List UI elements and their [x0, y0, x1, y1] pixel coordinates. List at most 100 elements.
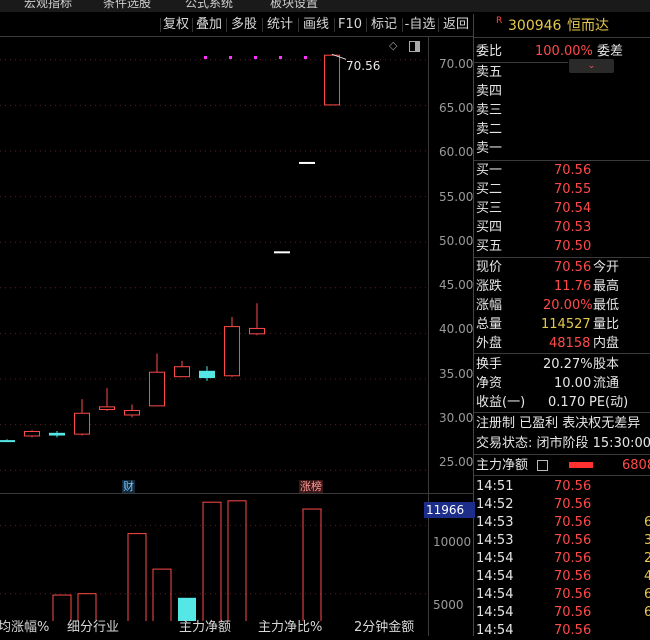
price-tick: 40.00 — [439, 322, 474, 336]
quote-row-price: 现价 70.56 今开 — [476, 260, 620, 275]
tick-time: 14:54 — [476, 605, 514, 620]
tab-main-net-ratio[interactable]: 主力净比% — [258, 620, 322, 636]
signal-dot — [204, 56, 207, 59]
quote-panel: R 300946 恒而达 委比 100.00% 委差 ⌄ 卖五 卖四 卖三 卖二… — [474, 14, 650, 638]
sell2-row: 卖二 — [476, 122, 503, 137]
tick-row: 14:54 70.56 6 — [474, 603, 650, 622]
tab-2min-amount[interactable]: 2分钟金额 — [354, 620, 414, 636]
main-net-icon[interactable] — [537, 460, 548, 471]
tick-extra: 6 — [644, 605, 650, 620]
price-tick: 70.00 — [439, 57, 474, 71]
volume-bar — [52, 594, 72, 621]
financial-event-marker[interactable]: 财 — [122, 480, 135, 493]
volume-bar — [127, 533, 147, 621]
toolbar-fuquan-button[interactable]: 复权 — [161, 14, 191, 36]
sell3-row: 卖三 — [476, 103, 503, 118]
tick-row: 14:52 70.56 — [474, 495, 650, 514]
volume-bar — [227, 500, 247, 621]
buy5-row: 买五 70.50 — [476, 239, 592, 254]
price-tick: 30.00 — [439, 411, 474, 425]
candle-body — [0, 440, 15, 443]
menu-formula[interactable]: 公式系统 — [185, 0, 233, 11]
toolbar-stats-button[interactable]: 统计 — [263, 14, 297, 36]
tick-price: 70.56 — [554, 497, 592, 512]
main-net-bar — [569, 462, 593, 468]
tick-extra: 3 — [644, 533, 650, 548]
tick-row: 14:53 70.56 6 — [474, 513, 650, 532]
price-chart: 70.56 — [0, 53, 428, 471]
stock-code: 300946 — [508, 18, 562, 34]
candle-body — [324, 54, 340, 106]
stats-row-net-assets: 净资 10.00 流通 — [476, 376, 620, 391]
tick-time: 14:51 — [476, 479, 514, 494]
tab-main-net[interactable]: 主力净额 — [179, 620, 231, 636]
stats-row-eps: 收益(一) 0.170 PE(动) — [476, 395, 629, 410]
tick-row: 14:51 70.56 — [474, 477, 650, 496]
stats-row-turnover: 换手 20.27% 股本 — [476, 357, 620, 372]
chart-toolbar: 复权 叠加 多股 统计 画线 F10 标记 -自选 返回 — [0, 14, 473, 36]
candle-body — [224, 326, 240, 377]
stock-header: R 300946 恒而达 — [474, 16, 650, 37]
toolbar-draw-line-button[interactable]: 画线 — [299, 14, 333, 36]
toolbar-multi-stock-button[interactable]: 多股 — [227, 14, 261, 36]
buy1-row: 买一 70.56 — [476, 163, 592, 178]
tick-time: 14:54 — [476, 551, 514, 566]
toolbar-remove-watchlist-button[interactable]: -自选 — [403, 14, 437, 36]
tick-price: 70.56 — [554, 515, 592, 530]
tick-price: 70.56 — [554, 533, 592, 548]
tab-sub-industry[interactable]: 细分行业 — [67, 620, 119, 636]
tick-price: 70.56 — [554, 479, 592, 494]
toolbar-back-button[interactable]: 返回 — [439, 14, 473, 36]
trading-status: 交易状态: 闭市阶段 15:30:00 — [476, 436, 650, 451]
toolbar-overlay-button[interactable]: 叠加 — [193, 14, 225, 36]
price-tick: 60.00 — [439, 145, 474, 159]
menu-macro[interactable]: 宏观指标 — [24, 0, 72, 11]
tick-time: 14:54 — [476, 623, 514, 638]
last-price-label: 70.56 — [346, 59, 380, 73]
menu-stock-filter[interactable]: 条件选股 — [103, 0, 151, 11]
buy3-row: 买三 70.54 — [476, 201, 592, 216]
toolbar-f10-button[interactable]: F10 — [335, 14, 365, 36]
stock-name: 恒而达 — [567, 18, 609, 34]
tick-price: 70.56 — [554, 605, 592, 620]
volume-highlight-value: 11966 — [424, 502, 475, 518]
volume-tick: 10000 — [433, 535, 472, 549]
menu-sector[interactable]: 板块设置 — [270, 0, 318, 11]
sell1-row: 卖一 — [476, 141, 503, 156]
price-tick: 45.00 — [439, 278, 474, 292]
price-tick: 35.00 — [439, 367, 474, 381]
candle-body — [74, 412, 90, 435]
axis-divider — [428, 37, 429, 636]
buy2-row: 买二 70.55 — [476, 182, 592, 197]
indicator-tabs: 均涨幅% 细分行业 主力净额 主力净比% 2分钟金额 — [0, 620, 428, 636]
tick-time: 14:54 — [476, 587, 514, 602]
candle-body — [99, 406, 115, 411]
volume-bar — [77, 593, 97, 621]
main-net-row: 主力净额 6808 — [476, 458, 650, 473]
tick-extra: 4 — [644, 569, 650, 584]
toolbar-mark-button[interactable]: 标记 — [367, 14, 401, 36]
tick-time: 14:53 — [476, 533, 514, 548]
tick-row: 14:54 70.56 4 — [474, 567, 650, 586]
candle-body — [49, 432, 65, 436]
tick-extra: 6 — [644, 587, 650, 602]
volume-chart — [0, 500, 428, 621]
volume-bar — [202, 501, 222, 621]
tick-row: 14:54 70.56 — [474, 621, 650, 640]
tab-avg-change[interactable]: 均涨幅% — [0, 620, 49, 636]
price-tick: 50.00 — [439, 234, 474, 248]
tick-time: 14:52 — [476, 497, 514, 512]
tick-row: 14:54 70.56 6 — [474, 585, 650, 604]
signal-dot — [229, 56, 232, 59]
sell4-row: 卖四 — [476, 84, 503, 99]
limit-list-marker[interactable]: 涨榜 — [299, 480, 323, 493]
quote-row-pct: 涨幅 20.00% 最低 — [476, 298, 620, 313]
quote-row-change: 涨跌 11.76 最高 — [476, 279, 620, 294]
tick-price: 70.56 — [554, 623, 592, 638]
quote-row-outer: 外盘 48158 内盘 — [476, 336, 620, 351]
tick-price: 70.56 — [554, 569, 592, 584]
price-tick: 25.00 — [439, 455, 474, 469]
signal-dot — [279, 56, 282, 59]
tick-time: 14:54 — [476, 569, 514, 584]
wei-bi-row: 委比 100.00% 委差 — [476, 44, 624, 59]
